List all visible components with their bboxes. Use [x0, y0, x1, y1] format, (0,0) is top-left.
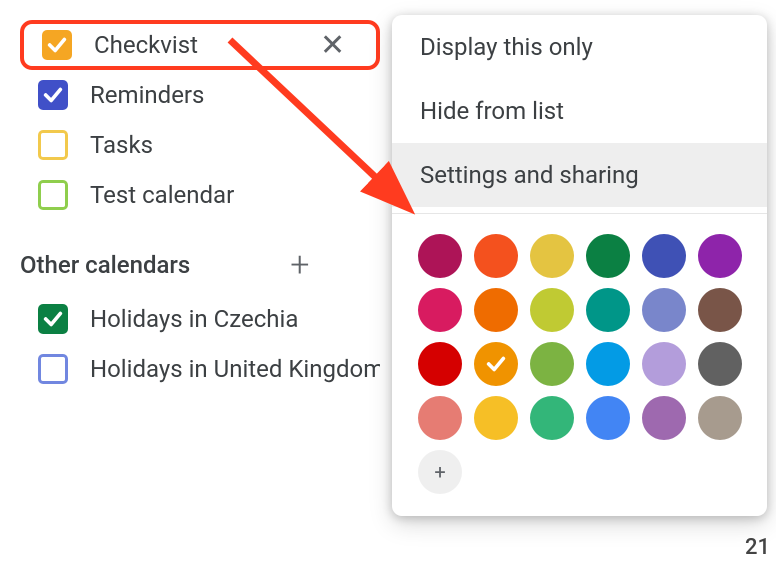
calendar-options-popover: Display this onlyHide from listSettings …	[392, 15, 767, 516]
close-icon[interactable]: ✕	[320, 28, 345, 63]
color-swatch[interactable]	[474, 234, 518, 278]
menu-item[interactable]: Hide from list	[392, 79, 767, 143]
color-swatch[interactable]	[642, 288, 686, 332]
calendar-row[interactable]: Holidays in United Kingdom	[20, 344, 380, 394]
popover-menu: Display this onlyHide from listSettings …	[392, 15, 767, 207]
color-swatch[interactable]	[642, 396, 686, 440]
calendar-label: Holidays in United Kingdom	[90, 355, 380, 383]
sidebar: Checkvist Reminders Tasks Test calendar Oth…	[20, 20, 380, 394]
color-swatch[interactable]	[586, 234, 630, 278]
color-swatch[interactable]	[474, 288, 518, 332]
color-swatch[interactable]	[530, 234, 574, 278]
color-swatches: +	[392, 234, 767, 494]
color-swatch[interactable]	[418, 396, 462, 440]
calendar-checkbox[interactable]	[38, 304, 68, 334]
color-swatch[interactable]	[530, 288, 574, 332]
color-swatch[interactable]	[474, 342, 518, 386]
menu-item[interactable]: Settings and sharing	[392, 143, 767, 207]
calendar-checkbox[interactable]	[38, 130, 68, 160]
other-calendars-list: Holidays in Czechia Holidays in United Ki…	[20, 294, 380, 394]
other-calendars-title: Other calendars	[20, 251, 190, 279]
corner-number: 21	[745, 535, 770, 560]
divider	[392, 213, 767, 214]
calendar-label: Checkvist	[94, 31, 198, 59]
calendar-row[interactable]: Reminders	[20, 70, 380, 120]
calendar-checkbox[interactable]	[42, 30, 72, 60]
calendar-label: Reminders	[90, 81, 204, 109]
color-swatch[interactable]	[586, 288, 630, 332]
color-swatch[interactable]	[698, 342, 742, 386]
calendar-label: Holidays in Czechia	[90, 305, 298, 333]
color-swatch[interactable]	[586, 396, 630, 440]
other-calendars-header: Other calendars +	[20, 248, 380, 282]
add-color-icon[interactable]: +	[418, 450, 462, 494]
color-swatch[interactable]	[418, 234, 462, 278]
calendar-row[interactable]: Holidays in Czechia	[20, 294, 380, 344]
color-swatch[interactable]	[418, 288, 462, 332]
color-swatch[interactable]	[698, 234, 742, 278]
color-swatch[interactable]	[698, 288, 742, 332]
calendar-row[interactable]: Test calendar	[20, 170, 380, 220]
calendar-checkbox[interactable]	[38, 354, 68, 384]
calendar-row[interactable]: Tasks	[20, 120, 380, 170]
color-swatch[interactable]	[642, 342, 686, 386]
color-swatch[interactable]	[642, 234, 686, 278]
color-swatch[interactable]	[530, 342, 574, 386]
color-swatch[interactable]	[418, 342, 462, 386]
color-swatch[interactable]	[586, 342, 630, 386]
calendar-label: Test calendar	[90, 181, 234, 209]
calendar-label: Tasks	[90, 131, 153, 159]
color-swatch[interactable]	[530, 396, 574, 440]
add-other-calendar-icon[interactable]: +	[290, 248, 309, 282]
calendar-checkbox[interactable]	[38, 80, 68, 110]
menu-item[interactable]: Display this only	[392, 15, 767, 79]
color-swatch[interactable]	[698, 396, 742, 440]
color-swatch[interactable]	[474, 396, 518, 440]
calendar-checkbox[interactable]	[38, 180, 68, 210]
